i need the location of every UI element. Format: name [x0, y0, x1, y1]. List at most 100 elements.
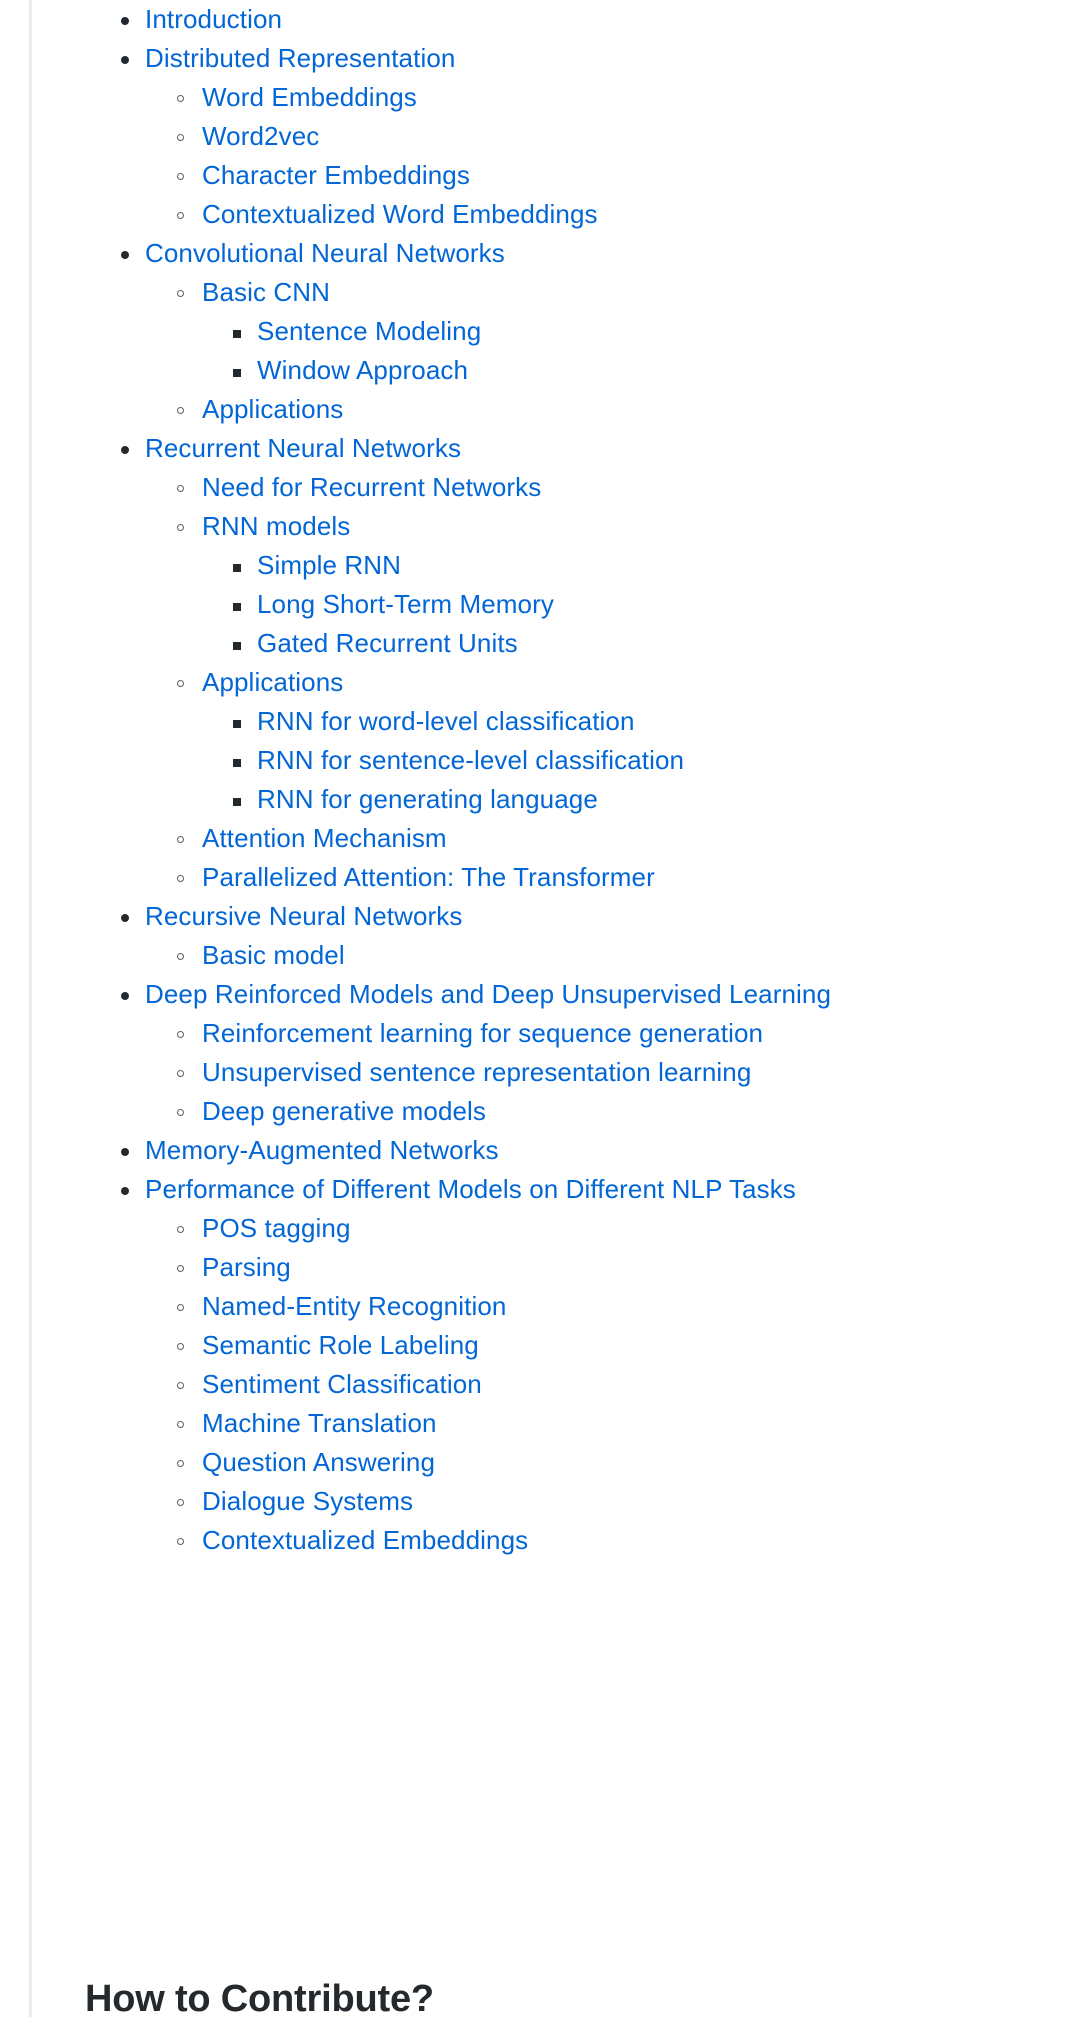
disc-bullet-icon [121, 446, 129, 454]
toc-item: Recurrent Neural Networks [0, 429, 1080, 468]
toc-item: Parallelized Attention: The Transformer [0, 858, 1080, 897]
toc-link[interactable]: Parsing [202, 1248, 291, 1287]
square-bullet-icon [233, 759, 241, 767]
toc-link[interactable]: Reinforcement learning for sequence gene… [202, 1014, 763, 1053]
toc-item: Gated Recurrent Units [0, 624, 1080, 663]
toc-link[interactable]: Simple RNN [257, 546, 401, 585]
toc-item: Character Embeddings [0, 156, 1080, 195]
circle-bullet-icon [177, 173, 184, 180]
square-bullet-icon [233, 798, 241, 806]
toc-link[interactable]: Contextualized Word Embeddings [202, 195, 598, 234]
toc-item: Window Approach [0, 351, 1080, 390]
toc-link[interactable]: Parallelized Attention: The Transformer [202, 858, 655, 897]
circle-bullet-icon [177, 1265, 184, 1272]
circle-bullet-icon [177, 1421, 184, 1428]
disc-bullet-icon [121, 1148, 129, 1156]
toc-item: Parsing [0, 1248, 1080, 1287]
disc-bullet-icon [121, 56, 129, 64]
toc-link[interactable]: Long Short-Term Memory [257, 585, 554, 624]
square-bullet-icon [233, 603, 241, 611]
toc-link[interactable]: Word Embeddings [202, 78, 417, 117]
toc-link[interactable]: Attention Mechanism [202, 819, 447, 858]
disc-bullet-icon [121, 251, 129, 259]
toc-item: Word Embeddings [0, 78, 1080, 117]
toc-link[interactable]: Machine Translation [202, 1404, 437, 1443]
toc-item: Machine Translation [0, 1404, 1080, 1443]
toc-item: Basic CNN [0, 273, 1080, 312]
circle-bullet-icon [177, 1031, 184, 1038]
toc-item: Performance of Different Models on Diffe… [0, 1170, 1080, 1209]
circle-bullet-icon [177, 290, 184, 297]
circle-bullet-icon [177, 875, 184, 882]
toc-link[interactable]: Applications [202, 663, 343, 702]
toc-link[interactable]: Recursive Neural Networks [145, 897, 462, 936]
toc-item: Recursive Neural Networks [0, 897, 1080, 936]
toc-link[interactable]: Distributed Representation [145, 39, 455, 78]
toc-link[interactable]: Need for Recurrent Networks [202, 468, 541, 507]
circle-bullet-icon [177, 1070, 184, 1077]
toc-link[interactable]: Basic CNN [202, 273, 330, 312]
toc-item: Deep generative models [0, 1092, 1080, 1131]
toc-link[interactable]: POS tagging [202, 1209, 351, 1248]
toc-item: RNN for word-level classification [0, 702, 1080, 741]
toc-link[interactable]: Contextualized Embeddings [202, 1521, 528, 1560]
toc-link[interactable]: Deep generative models [202, 1092, 486, 1131]
toc-link[interactable]: Applications [202, 390, 343, 429]
toc-link[interactable]: Basic model [202, 936, 345, 975]
toc-link[interactable]: Word2vec [202, 117, 319, 156]
toc-item: Word2vec [0, 117, 1080, 156]
toc-link[interactable]: Sentence Modeling [257, 312, 481, 351]
toc-item: Contextualized Word Embeddings [0, 195, 1080, 234]
toc-item: Need for Recurrent Networks [0, 468, 1080, 507]
toc-item: Long Short-Term Memory [0, 585, 1080, 624]
toc-link[interactable]: Recurrent Neural Networks [145, 429, 461, 468]
how-to-contribute-heading: How to Contribute? [85, 1978, 434, 2017]
toc-item: Introduction [0, 0, 1080, 39]
disc-bullet-icon [121, 992, 129, 1000]
circle-bullet-icon [177, 212, 184, 219]
toc-item: Convolutional Neural Networks [0, 234, 1080, 273]
circle-bullet-icon [177, 95, 184, 102]
toc-link[interactable]: Question Answering [202, 1443, 435, 1482]
toc-link[interactable]: Unsupervised sentence representation lea… [202, 1053, 751, 1092]
toc-item: RNN for sentence-level classification [0, 741, 1080, 780]
circle-bullet-icon [177, 836, 184, 843]
toc-link[interactable]: Dialogue Systems [202, 1482, 413, 1521]
toc-item: RNN for generating language [0, 780, 1080, 819]
toc-link[interactable]: Window Approach [257, 351, 468, 390]
toc-link[interactable]: RNN models [202, 507, 350, 546]
toc-link[interactable]: Character Embeddings [202, 156, 470, 195]
circle-bullet-icon [177, 407, 184, 414]
circle-bullet-icon [177, 1109, 184, 1116]
toc-link[interactable]: Gated Recurrent Units [257, 624, 518, 663]
toc-link[interactable]: Performance of Different Models on Diffe… [145, 1170, 796, 1209]
circle-bullet-icon [177, 1304, 184, 1311]
toc-link[interactable]: RNN for word-level classification [257, 702, 635, 741]
square-bullet-icon [233, 330, 241, 338]
square-bullet-icon [233, 369, 241, 377]
circle-bullet-icon [177, 1460, 184, 1467]
disc-bullet-icon [121, 914, 129, 922]
toc-item: Memory-Augmented Networks [0, 1131, 1080, 1170]
square-bullet-icon [233, 642, 241, 650]
page-root: Introduction Distributed Representation Wo… [0, 0, 1080, 2017]
toc-item: Applications [0, 663, 1080, 702]
toc-link[interactable]: Sentiment Classification [202, 1365, 482, 1404]
toc-link[interactable]: Named-Entity Recognition [202, 1287, 506, 1326]
toc-link[interactable]: RNN for generating language [257, 780, 598, 819]
circle-bullet-icon [177, 1343, 184, 1350]
toc-link[interactable]: RNN for sentence-level classification [257, 741, 684, 780]
toc-link[interactable]: Semantic Role Labeling [202, 1326, 479, 1365]
table-of-contents: Introduction Distributed Representation Wo… [0, 0, 1080, 1560]
toc-link[interactable]: Memory-Augmented Networks [145, 1131, 499, 1170]
toc-link[interactable]: Introduction [145, 0, 282, 39]
toc-item: Sentence Modeling [0, 312, 1080, 351]
toc-item: Named-Entity Recognition [0, 1287, 1080, 1326]
disc-bullet-icon [121, 17, 129, 25]
circle-bullet-icon [177, 1499, 184, 1506]
toc-item: Applications [0, 390, 1080, 429]
toc-item: Unsupervised sentence representation lea… [0, 1053, 1080, 1092]
toc-item: Question Answering [0, 1443, 1080, 1482]
toc-link[interactable]: Convolutional Neural Networks [145, 234, 505, 273]
toc-link[interactable]: Deep Reinforced Models and Deep Unsuperv… [145, 975, 831, 1014]
